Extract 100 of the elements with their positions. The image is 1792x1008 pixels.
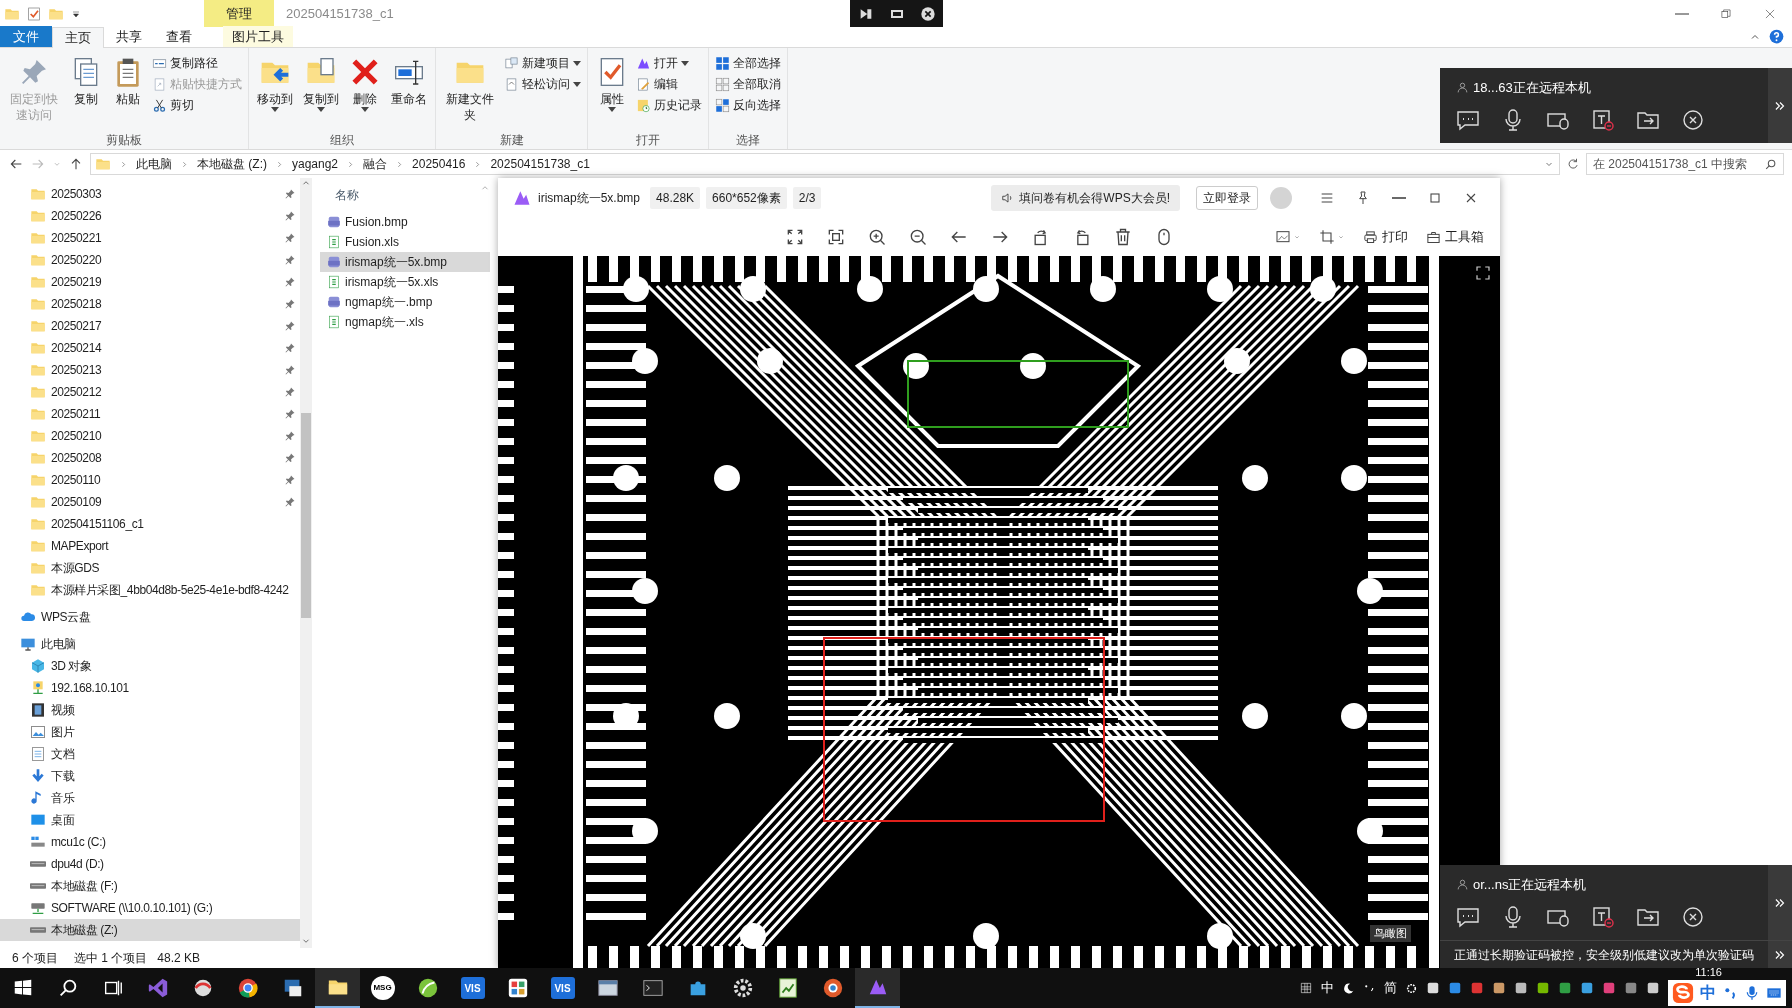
info-badge: 2/3	[792, 187, 822, 209]
file-item[interactable]: Fusion.xls	[320, 232, 490, 252]
taskbar-button[interactable]: VIS	[540, 968, 585, 1008]
ribbon-button[interactable]: 删除	[345, 52, 385, 131]
file-item[interactable]: Fusion.bmp	[320, 212, 490, 232]
print-button[interactable]: 打印	[1363, 227, 1408, 247]
ime-language-toggle[interactable]: 中	[1700, 981, 1716, 1005]
navigation-item[interactable]: 20250226	[0, 205, 300, 227]
navigation-item[interactable]: 下载	[0, 765, 300, 787]
ribbon-group-label: 剪贴板	[105, 132, 143, 149]
ribbon-button[interactable]: 重命名	[387, 52, 431, 131]
ribbon-button[interactable]: 全部取消	[713, 74, 783, 94]
file-name-text: irismap统一5x.bmp	[538, 190, 641, 207]
navigation-item[interactable]: SOFTWARE (\\10.0.10.101) (G:)	[0, 897, 300, 919]
ribbon-button[interactable]: 移动到	[253, 52, 297, 131]
navigation-item[interactable]: 20250210	[0, 425, 300, 447]
navigation-item[interactable]: 音乐	[0, 787, 300, 809]
ribbon-group-label: 新建	[498, 132, 525, 149]
ribbon-tab[interactable]: 查看	[154, 26, 204, 47]
breadcrumb-link[interactable]: 融合	[363, 155, 388, 173]
navigation-item[interactable]: 20250109	[0, 491, 300, 513]
login-button[interactable]: 立即登录	[1196, 186, 1258, 210]
info-badge: 660*652像素	[706, 187, 787, 209]
navigation-item[interactable]: 20250221	[0, 227, 300, 249]
address-bar[interactable]: 此电脑 本地磁盘 (Z:) yagang2 融合 20250416 202504151738_c1	[90, 153, 1560, 175]
file-item[interactable]: ngmap统一.xls	[320, 312, 490, 332]
navigation-item[interactable]: 20250211	[0, 403, 300, 425]
breadcrumb-link[interactable]: 此电脑	[136, 155, 172, 173]
navigation-item[interactable]: 20250212	[0, 381, 300, 403]
navigation-item[interactable]: 20250110	[0, 469, 300, 491]
navigation-item[interactable]: 此电脑	[0, 633, 300, 655]
ribbon-button[interactable]: 历史记录	[634, 95, 704, 115]
navigation-item[interactable]: 文档	[0, 743, 300, 765]
navigation-item[interactable]: 20250218	[0, 293, 300, 315]
navigation-item[interactable]: MAPExport	[0, 535, 300, 557]
context-tab-group-label: 管理	[204, 0, 274, 27]
ribbon-group-label: 选择	[735, 132, 761, 149]
navigation-item[interactable]: mcu1c (C:)	[0, 831, 300, 853]
navigation-item[interactable]: 20250219	[0, 271, 300, 293]
promo-banner[interactable]: 填问卷有机会得WPS大会员!	[991, 185, 1180, 211]
navigation-item[interactable]: dpu4d (D:)	[0, 853, 300, 875]
security-notice-text: 正通过长期验证码被控，安全级别低建议改为单次验证码	[1440, 940, 1768, 968]
navigation-item[interactable]: 20250217	[0, 315, 300, 337]
overview-label[interactable]: 鸟瞰图	[1370, 925, 1411, 942]
search-field[interactable]: 在 202504151738_c1 中搜索	[1586, 153, 1784, 175]
file-item[interactable]: ngmap统一.bmp	[320, 292, 490, 312]
navigation-item[interactable]: 192.168.10.101	[0, 677, 300, 699]
ribbon-button[interactable]: 新建文件夹	[440, 52, 500, 131]
file-item[interactable]: irismap统一5x.xls	[320, 272, 490, 292]
item-count-text: 6 个项目	[12, 950, 58, 967]
window-title: 202504151738_c1	[286, 4, 394, 23]
breadcrumb-link[interactable]: 20250416	[412, 155, 466, 173]
ribbon-button[interactable]: 属性	[592, 52, 632, 131]
navigation-item[interactable]: 20250220	[0, 249, 300, 271]
navigation-item[interactable]: 本源GDS	[0, 557, 300, 579]
navigation-item[interactable]: 视频	[0, 699, 300, 721]
navigation-item[interactable]: 本地磁盘 (Z:)	[0, 919, 300, 941]
remote-user-text: 18...63正在远程本机	[1473, 79, 1591, 97]
selection-text: 选中 1 个项目	[74, 950, 148, 967]
navigation-item[interactable]: 本源样片采图_4bb04d8b-5e25-4e1e-bdf8-4242	[0, 579, 300, 601]
ribbon-tab[interactable]: 主页	[52, 27, 104, 48]
navigation-item[interactable]: 202504151106_c1	[0, 513, 300, 535]
info-badge: 48.28K	[650, 187, 701, 209]
ribbon-button[interactable]: 编辑	[634, 74, 704, 94]
breadcrumb-link[interactable]: yagang2	[292, 155, 339, 173]
navigation-item[interactable]: 20250214	[0, 337, 300, 359]
ribbon-group-label: 打开	[635, 132, 661, 149]
input-mode-indicator[interactable]: 简	[1384, 978, 1397, 998]
breadcrumb-link[interactable]: 202504151738_c1	[490, 155, 590, 173]
ribbon-button[interactable]: 轻松访问	[502, 74, 583, 94]
taskbar-button[interactable]: MSG	[360, 968, 405, 1008]
ribbon-button[interactable]: 粘贴	[108, 52, 148, 131]
ribbon-button[interactable]: 剪切	[150, 95, 244, 115]
ribbon-button[interactable]: 复制	[66, 52, 106, 131]
ribbon-group-label: 组织	[329, 132, 355, 149]
navigation-item[interactable]: 图片	[0, 721, 300, 743]
file-item[interactable]: irismap统一5x.bmp	[320, 252, 490, 272]
ribbon-button[interactable]: 打开	[634, 53, 704, 73]
navigation-item[interactable]: 20250208	[0, 447, 300, 469]
ribbon-button[interactable]: 复制到	[299, 52, 343, 131]
ribbon-button[interactable]: 反向选择	[713, 95, 783, 115]
breadcrumb-link[interactable]: 本地磁盘 (Z:)	[197, 155, 267, 173]
ribbon-tab[interactable]: 文件	[0, 26, 52, 47]
navigation-item[interactable]: 桌面	[0, 809, 300, 831]
ribbon-button[interactable]: 新建项目	[502, 53, 583, 73]
ribbon-button[interactable]: 复制路径	[150, 53, 244, 73]
clock-text: 11:16	[1695, 965, 1722, 980]
navigation-item[interactable]: 20250213	[0, 359, 300, 381]
navigation-item[interactable]: WPS云盘	[0, 606, 300, 628]
navigation-item[interactable]: 3D 对象	[0, 655, 300, 677]
ribbon-tab[interactable]: 共享	[104, 26, 154, 47]
navigation-item[interactable]: 本地磁盘 (F:)	[0, 875, 300, 897]
ribbon-button[interactable]: 全部选择	[713, 53, 783, 73]
taskbar-button[interactable]: VIS	[450, 968, 495, 1008]
navigation-item[interactable]: 20250303	[0, 183, 300, 205]
toolbox-button[interactable]: 工具箱	[1426, 227, 1484, 247]
remote-user-text: or...ns正在远程本机	[1473, 876, 1587, 894]
column-header[interactable]: 名称	[320, 186, 359, 204]
ribbon-tab[interactable]: 图片工具	[223, 26, 293, 47]
input-mode-indicator[interactable]: 中	[1321, 978, 1334, 998]
